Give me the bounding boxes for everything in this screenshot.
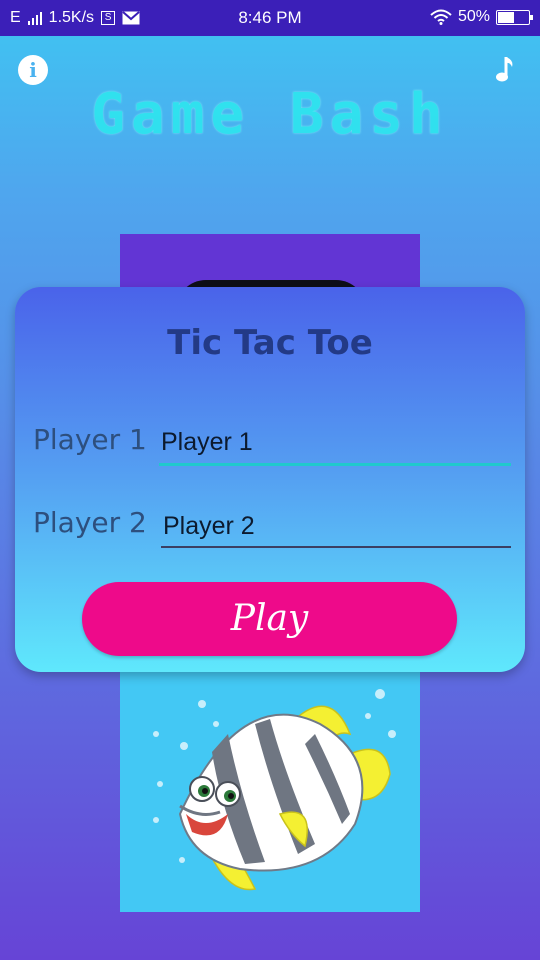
dialog-title: Tic Tac Toe [167, 323, 373, 363]
play-button[interactable]: Play [82, 582, 457, 656]
player2-underline [161, 546, 511, 548]
battery-percent: 50% [457, 8, 490, 25]
status-bar: E 1.5K/s S 8:46 PM 50% [0, 0, 540, 36]
app-title: Game Bash [91, 82, 449, 147]
player1-underline [159, 463, 511, 466]
player2-label: Player 2 [33, 506, 147, 539]
new-game-dialog: Tic Tac Toe Player 1 Player 2 Play [15, 287, 525, 672]
battery-icon [496, 9, 533, 25]
player1-input[interactable] [159, 420, 511, 464]
info-icon[interactable]: i [18, 55, 48, 85]
status-right: 50% [430, 8, 533, 26]
player1-label: Player 1 [33, 423, 147, 456]
wifi-icon [430, 9, 452, 25]
fish-illustration [153, 689, 396, 891]
player2-input[interactable] [161, 504, 511, 548]
